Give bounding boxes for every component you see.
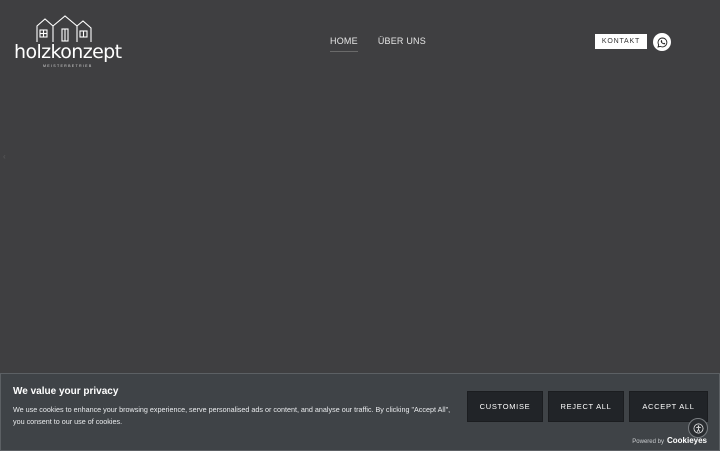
nav-item-home[interactable]: HOME bbox=[330, 36, 358, 52]
cookie-banner: We value your privacy We use cookies to … bbox=[0, 373, 720, 451]
powered-by-label: Powered by bbox=[632, 439, 664, 445]
logo-tagline: MEISTERBETRIEB bbox=[43, 64, 93, 68]
whatsapp-button[interactable] bbox=[653, 33, 671, 51]
whatsapp-icon bbox=[656, 37, 667, 48]
kontakt-button[interactable]: KONTAKT bbox=[595, 34, 647, 49]
accessibility-button[interactable] bbox=[688, 418, 708, 438]
accessibility-icon bbox=[693, 423, 703, 433]
customise-button[interactable]: CUSTOMISE bbox=[467, 391, 543, 422]
reject-all-button[interactable]: REJECT ALL bbox=[548, 391, 624, 422]
cookie-text: We use cookies to enhance your browsing … bbox=[13, 405, 451, 426]
site-header: holzkonzept MEISTERBETRIEB HOME ÜBER UNS… bbox=[0, 0, 720, 84]
site-logo[interactable]: holzkonzept MEISTERBETRIEB bbox=[13, 14, 122, 70]
main-nav: HOME ÜBER UNS bbox=[330, 36, 426, 52]
cookie-title: We value your privacy bbox=[13, 386, 119, 397]
logo-wordmark: holzkonzept bbox=[14, 41, 122, 63]
nav-item-ueber-uns[interactable]: ÜBER UNS bbox=[378, 36, 426, 52]
slider-arrow-left-icon[interactable]: ‹ bbox=[3, 152, 6, 161]
